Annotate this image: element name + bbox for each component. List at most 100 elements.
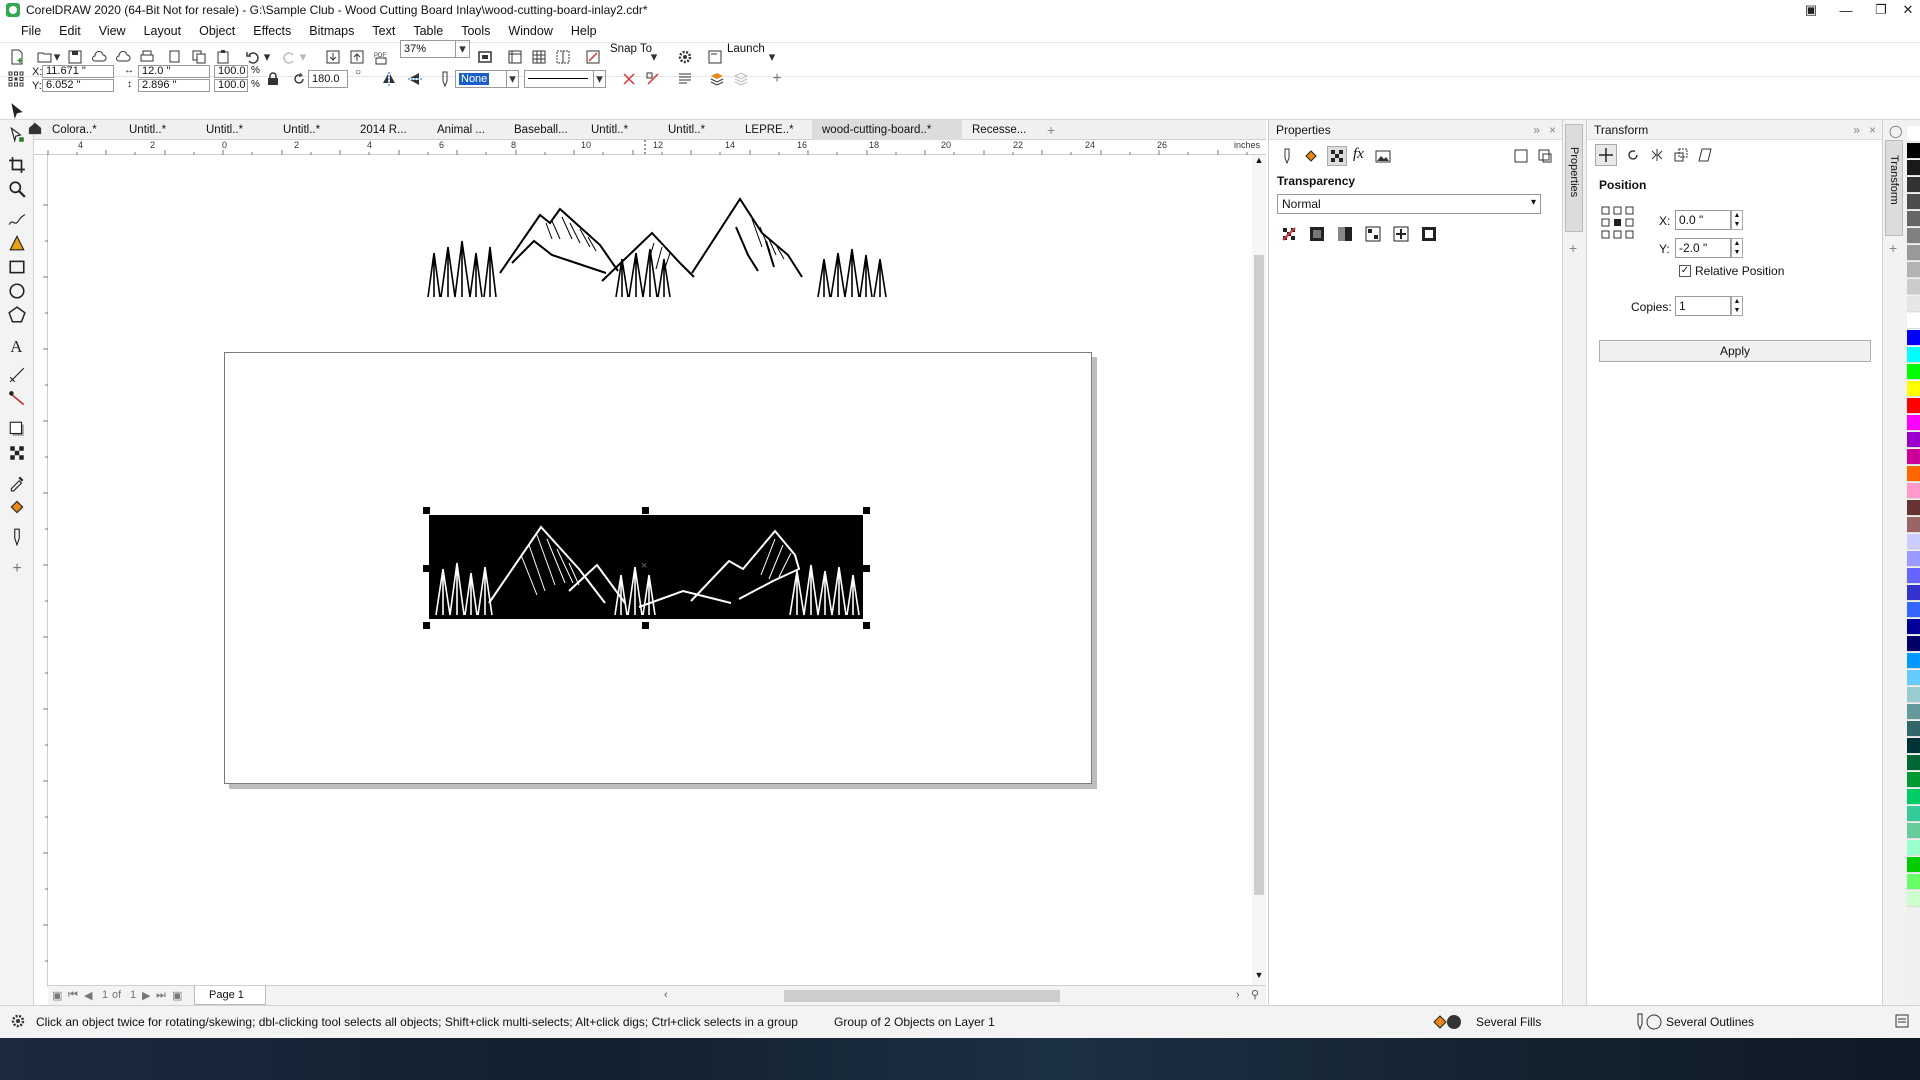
docker-expand-icon[interactable]: »: [1533, 120, 1540, 140]
line-style-selector[interactable]: [524, 70, 594, 88]
palette-swatch[interactable]: [1907, 806, 1920, 822]
menu-tools[interactable]: Tools: [452, 20, 499, 42]
selection-handle[interactable]: [642, 622, 649, 629]
palette-swatch[interactable]: [1907, 330, 1920, 346]
minimize-button[interactable]: —: [1831, 0, 1861, 20]
palette-swatch[interactable]: [1907, 364, 1920, 380]
text-wrap-icon[interactable]: [676, 70, 694, 88]
selection-handle[interactable]: [423, 507, 430, 514]
to-back-icon[interactable]: [732, 70, 750, 88]
skew-transform-icon[interactable]: [1697, 147, 1713, 166]
copy-icon[interactable]: [190, 48, 208, 66]
next-page-icon[interactable]: ▶: [142, 989, 150, 1002]
palette-swatch[interactable]: [1907, 211, 1920, 227]
rotation-angle-field[interactable]: 180.0: [308, 70, 348, 88]
palette-swatch[interactable]: [1907, 687, 1920, 703]
transform-side-tab[interactable]: Transform: [1885, 140, 1903, 236]
page-tab-1[interactable]: Page 1: [194, 986, 266, 1005]
palette-swatch[interactable]: [1907, 313, 1920, 329]
horizontal-scroll-thumb[interactable]: [784, 990, 1060, 1002]
show-guidelines-icon[interactable]: [554, 48, 572, 66]
tab-doc-12[interactable]: Recesse...: [962, 120, 1039, 140]
drop-shadow-tool-icon[interactable]: [6, 418, 28, 440]
page-props-icon[interactable]: [1513, 148, 1529, 167]
fountain-transparency-icon[interactable]: [1337, 226, 1353, 245]
palette-swatch[interactable]: [1907, 381, 1920, 397]
palette-swatch[interactable]: [1907, 415, 1920, 431]
mirror-vertical-icon[interactable]: [406, 70, 424, 88]
save-icon[interactable]: [66, 48, 84, 66]
tab-doc-9[interactable]: Untitl..*: [658, 120, 735, 140]
rotate-transform-icon[interactable]: [1625, 147, 1641, 166]
export-icon[interactable]: [348, 48, 366, 66]
scroll-up-arrow[interactable]: ▲: [1253, 155, 1265, 167]
palette-swatch[interactable]: [1907, 245, 1920, 261]
polygon-tool-icon[interactable]: [6, 304, 28, 326]
hscroll-left-arrow[interactable]: ‹: [664, 989, 668, 1001]
outline-width-dropdown[interactable]: ▾: [507, 70, 519, 88]
palette-swatch[interactable]: [1907, 772, 1920, 788]
import-icon[interactable]: [324, 48, 342, 66]
palette-swatch[interactable]: [1907, 194, 1920, 210]
menu-window[interactable]: Window: [499, 20, 561, 42]
ungroup-icon[interactable]: [644, 70, 662, 88]
new-document-icon[interactable]: [8, 48, 26, 66]
break-apart-icon[interactable]: [620, 70, 638, 88]
palette-swatch[interactable]: [1907, 840, 1920, 856]
shape-tool-icon[interactable]: [6, 124, 28, 146]
tab-doc-4[interactable]: Untitl..*: [273, 120, 350, 140]
transparency-tab-icon[interactable]: [1327, 146, 1347, 166]
launch-icon[interactable]: [706, 48, 724, 66]
palette-swatch[interactable]: [1907, 738, 1920, 754]
menu-help[interactable]: Help: [562, 20, 606, 42]
palette-swatch[interactable]: [1907, 347, 1920, 363]
palette-swatch[interactable]: [1907, 857, 1920, 873]
tab-doc-7[interactable]: Baseball...: [504, 120, 581, 140]
transform-x-field[interactable]: 0.0 ": [1675, 210, 1731, 230]
selection-handle[interactable]: [863, 565, 870, 572]
relative-position-checkbox[interactable]: ✓: [1679, 265, 1691, 277]
document-color-settings-icon[interactable]: [1894, 1013, 1910, 1032]
scroll-down-arrow[interactable]: ▼: [1253, 970, 1265, 982]
menu-text[interactable]: Text: [363, 20, 404, 42]
tab-doc-2[interactable]: Untitl..*: [119, 120, 196, 140]
copies-field[interactable]: 1: [1675, 296, 1731, 316]
zoom-navigator-icon[interactable]: ⚲: [1251, 988, 1259, 1001]
full-screen-preview-icon[interactable]: [476, 48, 494, 66]
welcome-home-icon[interactable]: [28, 121, 42, 138]
zoom-dropdown[interactable]: ▾: [456, 40, 470, 58]
publish-pdf-icon[interactable]: PDF: [372, 48, 390, 66]
palette-swatch[interactable]: [1907, 126, 1920, 142]
redo-icon[interactable]: [280, 48, 298, 66]
parallel-dimension-tool-icon[interactable]: [6, 364, 28, 386]
no-transparency-icon[interactable]: [1281, 226, 1297, 245]
add-docker-icon[interactable]: +: [1569, 240, 1577, 256]
anchor-point-selector[interactable]: [1601, 206, 1635, 243]
undo-dropdown[interactable]: ▾: [262, 48, 272, 66]
ellipse-tool-icon[interactable]: [6, 280, 28, 302]
help-icon[interactable]: ▣: [1796, 0, 1826, 20]
palette-swatch[interactable]: [1907, 160, 1920, 176]
outline-width-field[interactable]: None: [455, 70, 507, 88]
palette-swatch[interactable]: [1907, 789, 1920, 805]
print-icon[interactable]: [138, 48, 156, 66]
open-recent-dropdown[interactable]: ▾: [52, 48, 62, 66]
selection-handle[interactable]: [423, 622, 430, 629]
palette-swatch[interactable]: [1907, 398, 1920, 414]
selection-handle[interactable]: [863, 622, 870, 629]
hints-icon[interactable]: ◯: [1889, 124, 1902, 138]
transform-y-field[interactable]: -2.0 ": [1675, 238, 1731, 258]
selection-center-marker[interactable]: ×: [641, 561, 651, 572]
palette-swatch[interactable]: [1907, 874, 1920, 890]
palette-swatch[interactable]: [1907, 177, 1920, 193]
palette-swatch[interactable]: [1907, 262, 1920, 278]
palette-swatch[interactable]: [1907, 704, 1920, 720]
reference-point-icon[interactable]: [6, 70, 26, 88]
show-grid-icon[interactable]: [530, 48, 548, 66]
palette-swatch[interactable]: [1907, 619, 1920, 635]
tab-doc-6[interactable]: Animal ...: [427, 120, 504, 140]
show-rulers-icon[interactable]: [506, 48, 524, 66]
vertical-scrollbar[interactable]: ▲ ▼: [1252, 155, 1266, 985]
palette-swatch[interactable]: [1907, 653, 1920, 669]
fill-indicator-icon[interactable]: [1432, 1013, 1462, 1034]
